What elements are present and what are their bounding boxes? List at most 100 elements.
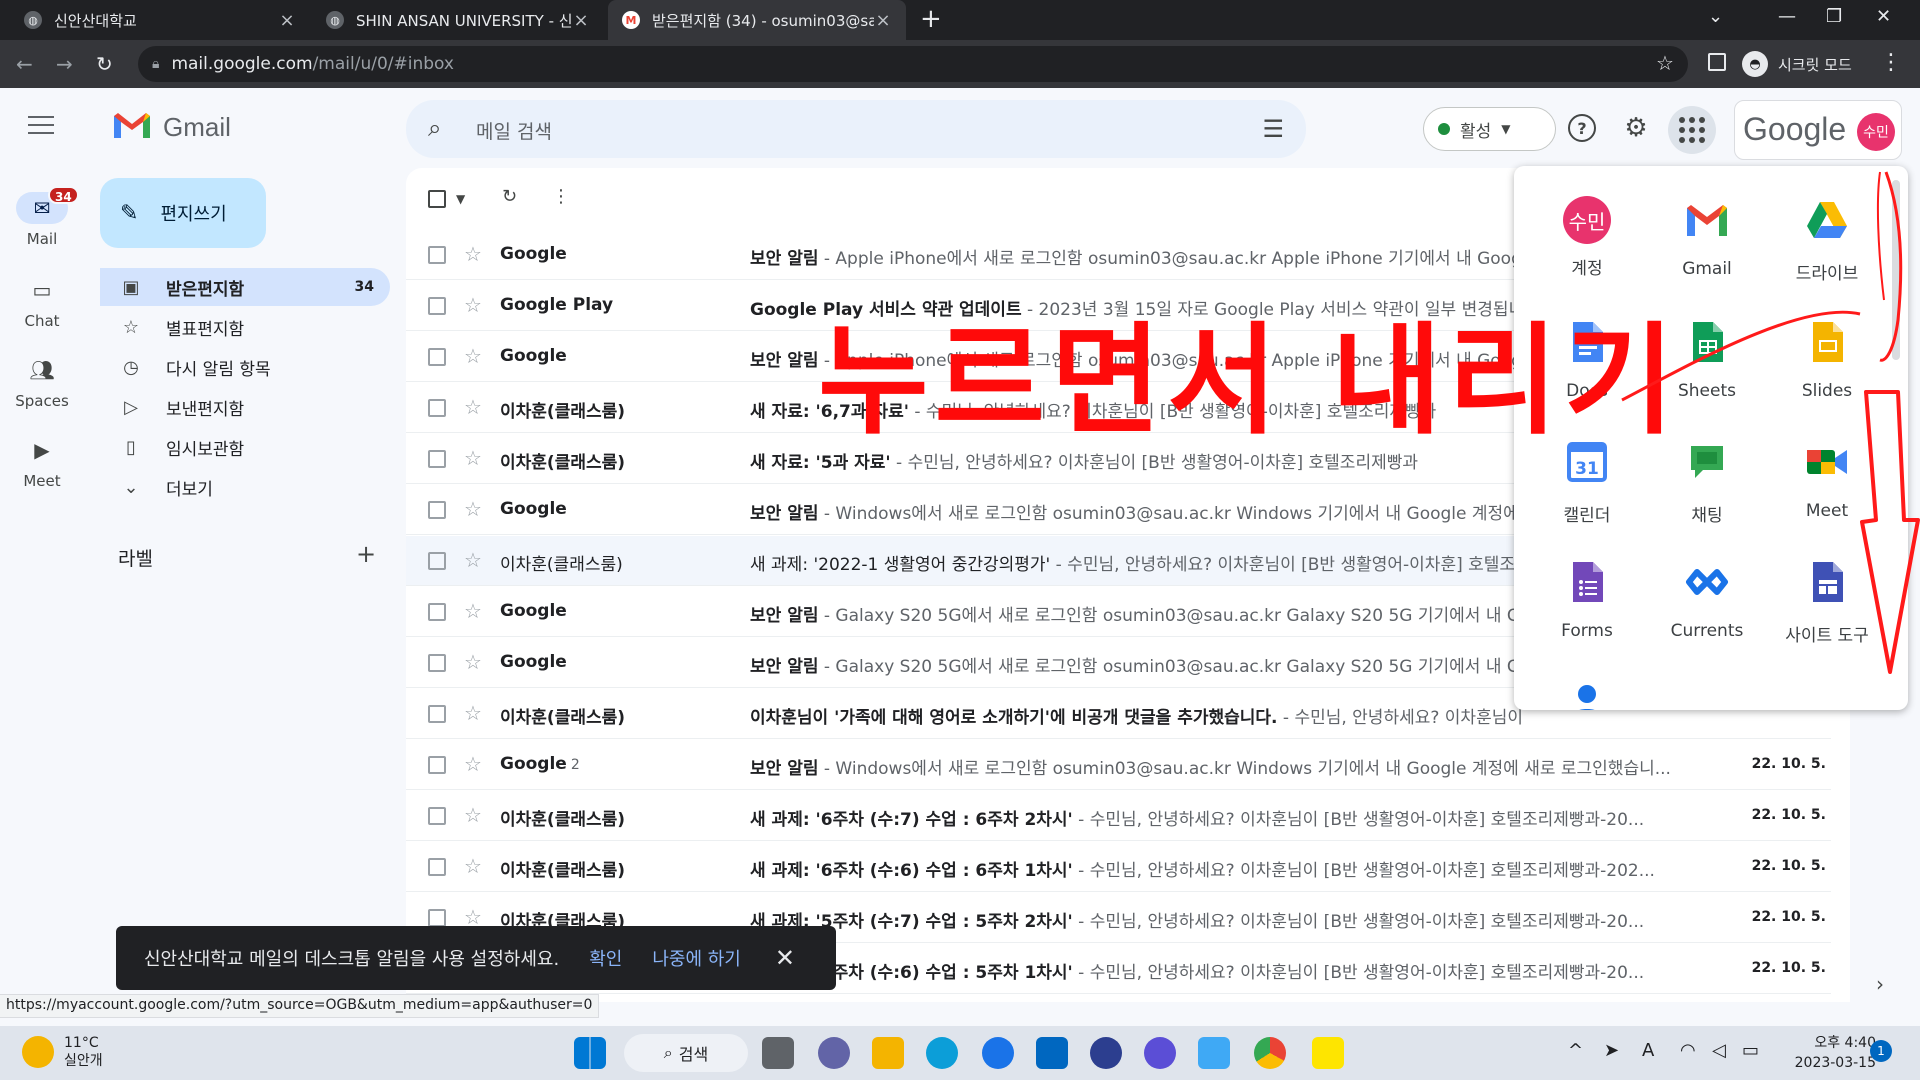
minimize-icon[interactable]: — (1778, 6, 1796, 27)
edge-icon[interactable] (926, 1037, 958, 1069)
row-checkbox[interactable] (428, 603, 446, 621)
row-checkbox[interactable] (428, 399, 446, 417)
taskbar-clock[interactable]: 오후 4:40 2023-03-15 (1782, 1033, 1876, 1073)
row-checkbox[interactable] (428, 297, 446, 315)
close-window-icon[interactable]: ✕ (1876, 6, 1891, 27)
more-options-icon[interactable]: ⋮ (552, 186, 570, 207)
star-icon[interactable]: ☆ (464, 242, 482, 266)
launcher-scrollbar[interactable] (1892, 180, 1900, 360)
row-checkbox[interactable] (428, 909, 446, 927)
nav-drafts[interactable]: ▯ 임시보관함 (100, 428, 390, 466)
taskbar-search[interactable]: ⌕ 검색 (624, 1034, 748, 1072)
star-icon[interactable]: ☆ (464, 803, 482, 827)
reload-icon[interactable]: ↻ (96, 52, 113, 76)
close-tab-icon[interactable]: × (874, 10, 892, 31)
start-icon[interactable] (574, 1037, 606, 1069)
settings-gear-icon[interactable]: ⚙ (1622, 113, 1650, 143)
tab-sau-home[interactable]: ◍ 신안산대학교 × (10, 0, 310, 40)
ime-icon[interactable]: A (1642, 1040, 1654, 1061)
rail-chat[interactable]: ▭ Chat (10, 274, 74, 330)
tab-search-chevron-icon[interactable]: ⌄ (1708, 6, 1723, 27)
help-icon[interactable]: ? (1568, 114, 1596, 142)
app-forms[interactable]: Forms (1528, 558, 1646, 641)
row-checkbox[interactable] (428, 654, 446, 672)
task-view-icon[interactable] (762, 1037, 794, 1069)
nav-inbox[interactable]: ▣ 받은편지함 34 (100, 268, 390, 306)
tab-sau-english[interactable]: ◍ SHIN ANSAN UNIVERSITY - 신안산대학교 × (312, 0, 604, 40)
back-icon[interactable]: ← (16, 52, 33, 76)
bookmark-star-icon[interactable]: ☆ (1656, 51, 1674, 75)
app-account[interactable]: 수민 계정 (1528, 196, 1646, 279)
kakaotalk-icon[interactable] (1312, 1037, 1344, 1069)
rail-mail[interactable]: ✉ 34 Mail (10, 186, 79, 248)
star-icon[interactable]: ☆ (464, 752, 482, 776)
app-contacts[interactable] (1528, 678, 1646, 710)
app-drive[interactable]: 드라이브 (1768, 196, 1886, 284)
row-checkbox[interactable] (428, 450, 446, 468)
star-icon[interactable]: ☆ (464, 599, 482, 623)
app-slides[interactable]: Slides (1768, 318, 1886, 401)
row-checkbox[interactable] (428, 552, 446, 570)
star-icon[interactable]: ☆ (464, 548, 482, 572)
search-options-icon[interactable]: ☰ (1262, 115, 1284, 143)
table-row[interactable]: ☆이차훈(클래스룸)새 과제: '4주차 (수:7) 수업 : 4주차 2차시'… (406, 995, 1831, 1002)
main-menu-icon[interactable] (28, 116, 54, 136)
wifi-icon[interactable]: ◠ (1680, 1040, 1696, 1061)
app-arrow-icon[interactable] (1144, 1037, 1176, 1069)
status-chip[interactable]: 활성 ▼ (1423, 107, 1556, 151)
app-calendar[interactable]: 31 캘린더 (1528, 438, 1646, 526)
star-icon[interactable]: ☆ (464, 497, 482, 521)
chevron-right-icon[interactable]: › (1876, 972, 1884, 996)
tab-gmail-inbox[interactable]: M 받은편지함 (34) - osumin03@sau.ac.kr × (608, 0, 906, 40)
rail-meet[interactable]: ▶ Meet (10, 434, 74, 490)
browser-menu-icon[interactable]: ⋮ (1880, 50, 1902, 75)
search-icon[interactable]: ⌕ (428, 114, 441, 142)
row-checkbox[interactable] (428, 501, 446, 519)
restore-icon[interactable]: ❐ (1826, 6, 1842, 27)
app-currents[interactable]: Currents (1648, 558, 1766, 641)
refresh-icon[interactable]: ↻ (502, 186, 517, 207)
side-panel-icon[interactable] (1708, 53, 1726, 71)
nav-snoozed[interactable]: ◷ 다시 알림 항목 (100, 348, 390, 386)
google-account-button[interactable]: Google 수민 (1734, 100, 1902, 160)
snackbar-confirm-button[interactable]: 확인 (589, 945, 622, 971)
close-tab-icon[interactable]: × (572, 10, 590, 31)
row-checkbox[interactable] (428, 807, 446, 825)
star-icon[interactable]: ☆ (464, 446, 482, 470)
close-icon[interactable]: ✕ (775, 944, 795, 972)
file-explorer-icon[interactable] (872, 1037, 904, 1069)
app-gmail[interactable]: Gmail (1648, 196, 1766, 279)
row-checkbox[interactable] (428, 246, 446, 264)
table-row[interactable]: ☆ 이차훈(클래스룸) 새 과제: '6주차 (수:7) 수업 : 6주차 2차시'… (406, 791, 1831, 841)
star-icon[interactable]: ☆ (464, 701, 482, 725)
bing-icon[interactable] (982, 1037, 1014, 1069)
app-c-icon[interactable] (1090, 1037, 1122, 1069)
address-bar[interactable]: 🔒︎ mail.google.com/mail/u/0/#inbox (138, 46, 1688, 82)
star-icon[interactable]: ☆ (464, 650, 482, 674)
row-checkbox[interactable] (428, 348, 446, 366)
app-globe-icon[interactable] (1198, 1037, 1230, 1069)
google-apps-button[interactable] (1668, 106, 1716, 154)
row-checkbox[interactable] (428, 756, 446, 774)
close-tab-icon[interactable]: × (278, 10, 296, 31)
select-dropdown-icon[interactable]: ▼ (456, 192, 465, 206)
location-icon[interactable]: ➤ (1604, 1040, 1619, 1061)
volume-icon[interactable]: ◁ (1712, 1040, 1726, 1061)
snackbar-later-button[interactable]: 나중에 하기 (652, 945, 741, 971)
app-chat[interactable]: 채팅 (1648, 438, 1766, 526)
nav-more[interactable]: ⌄ 더보기 (100, 468, 390, 506)
table-row[interactable]: ☆ 이차훈(클래스룸) 새 과제: '6주차 (수:6) 수업 : 6주차 1차시'… (406, 842, 1831, 892)
incognito-indicator[interactable]: ◓ 시크릿 모드 (1742, 48, 1852, 80)
row-checkbox[interactable] (428, 858, 446, 876)
nav-starred[interactable]: ☆ 별표편지함 (100, 308, 390, 346)
notification-badge[interactable]: 1 (1870, 1040, 1892, 1062)
nav-sent[interactable]: ▷ 보낸편지함 (100, 388, 390, 426)
star-icon[interactable]: ☆ (464, 854, 482, 878)
teams-chat-icon[interactable] (818, 1037, 850, 1069)
rail-spaces[interactable]: 👥︎ Spaces (10, 354, 74, 410)
star-icon[interactable]: ☆ (464, 293, 482, 317)
chrome-icon[interactable] (1254, 1037, 1286, 1069)
forward-icon[interactable]: → (56, 52, 73, 76)
store-icon[interactable] (1036, 1037, 1068, 1069)
row-checkbox[interactable] (428, 705, 446, 723)
